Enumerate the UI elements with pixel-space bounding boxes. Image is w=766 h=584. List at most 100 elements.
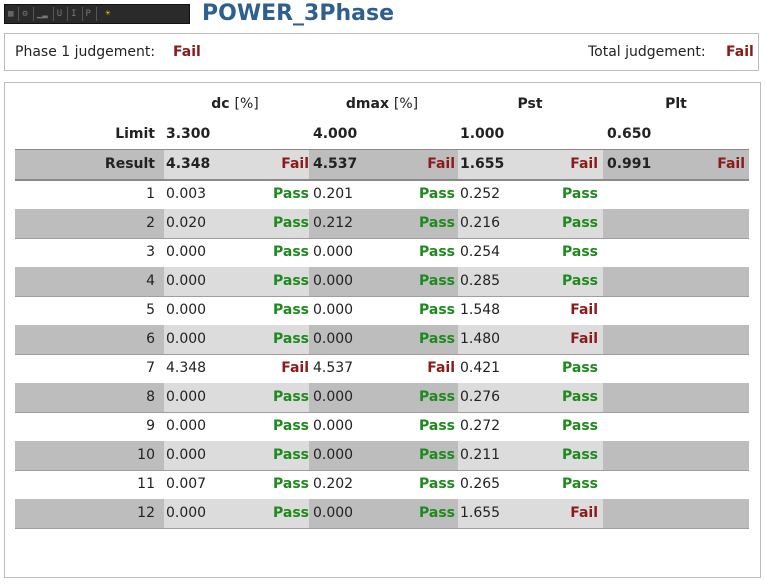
table-row: 1 0.003 Pass 0.201 Pass 0.252 Pass — [15, 180, 749, 210]
result-dmax-status: Fail — [427, 156, 455, 172]
cell-pst: 0.216 — [460, 215, 501, 231]
toolbar: ▦ ⚙ ▁▂ U I P ☀ — [4, 4, 190, 24]
row-index: 12 — [137, 505, 155, 521]
cell-pst-status: Fail — [570, 302, 598, 318]
row-index: 2 — [146, 215, 155, 231]
cell-dmax: 0.000 — [313, 331, 354, 347]
cell-pst-status: Fail — [570, 505, 598, 521]
cell-pst-status: Pass — [562, 360, 598, 376]
cell-pst-status: Pass — [562, 215, 598, 231]
cell-dc: 0.000 — [166, 273, 207, 289]
cell-pst: 0.421 — [460, 360, 501, 376]
row-index: 9 — [146, 418, 155, 434]
cell-dc: 0.020 — [166, 215, 207, 231]
limit-dc: 3.300 — [166, 126, 211, 142]
table-row: 2 0.020 Pass 0.212 Pass 0.216 Pass — [15, 209, 749, 239]
cell-pst-status: Pass — [562, 476, 598, 492]
column-header-dmax: dmax [%] — [340, 96, 424, 112]
cell-dmax: 0.000 — [313, 302, 354, 318]
cell-dmax-status: Pass — [419, 389, 455, 405]
cell-dmax-status: Pass — [419, 331, 455, 347]
page-title: POWER_3Phase — [202, 1, 395, 26]
cell-dc-status: Pass — [273, 302, 309, 318]
cell-pst: 1.655 — [460, 505, 501, 521]
cell-dc-status: Pass — [273, 331, 309, 347]
table-row: 12 0.000 Pass 0.000 Pass 1.655 Fail — [15, 499, 749, 529]
cell-pst: 0.254 — [460, 244, 501, 260]
cell-dmax-status: Pass — [419, 302, 455, 318]
cell-dc-status: Pass — [273, 447, 309, 463]
cell-pst-status: Pass — [562, 186, 598, 202]
total-judgement-value: Fail — [726, 44, 754, 60]
cell-dmax-status: Pass — [419, 186, 455, 202]
result-dmax: 4.537 — [313, 156, 358, 172]
column-header-dmax-name: dmax — [345, 96, 389, 112]
limit-pst: 1.000 — [460, 126, 505, 142]
gear-icon[interactable]: ⚙ — [22, 7, 27, 21]
toolbar-separator — [95, 7, 97, 21]
cell-pst: 0.211 — [460, 447, 501, 463]
cell-dc: 0.000 — [166, 244, 207, 260]
result-row: Result 4.348 Fail 4.537 Fail 1.655 Fail … — [15, 149, 749, 181]
row-index: 3 — [146, 244, 155, 260]
cell-pst: 1.548 — [460, 302, 501, 318]
column-header-dmax-unit: [%] — [393, 96, 419, 112]
cell-dmax-status: Pass — [419, 215, 455, 231]
column-header-plt: Plt — [665, 96, 687, 112]
cell-pst: 0.252 — [460, 186, 501, 202]
cell-dmax-status: Pass — [419, 447, 455, 463]
toolbar-separator — [32, 7, 34, 21]
cell-pst: 0.285 — [460, 273, 501, 289]
light-bulb-icon[interactable]: ☀ — [100, 7, 116, 21]
cell-dc-status: Pass — [273, 215, 309, 231]
p-icon[interactable]: P — [86, 7, 91, 21]
row-index: 11 — [137, 476, 155, 492]
grid-icon[interactable]: ▦ — [8, 7, 13, 21]
cell-dc-status: Pass — [273, 273, 309, 289]
cell-dc-status: Pass — [273, 389, 309, 405]
cell-dc: 0.000 — [166, 505, 207, 521]
cell-dmax: 0.000 — [313, 505, 354, 521]
cell-dmax-status: Pass — [419, 418, 455, 434]
total-judgement-label: Total judgement: — [588, 44, 706, 60]
cell-pst-status: Fail — [570, 331, 598, 347]
table-row: 7 4.348 Fail 4.537 Fail 0.421 Pass — [15, 354, 749, 384]
cell-dc: 0.000 — [166, 418, 207, 434]
phase-judgement-label: Phase 1 judgement: — [15, 44, 156, 60]
cell-dc: 0.000 — [166, 447, 207, 463]
row-index: 1 — [146, 186, 155, 202]
cell-pst: 0.272 — [460, 418, 501, 434]
cell-dmax-status: Pass — [419, 244, 455, 260]
u-rms-icon[interactable]: U — [57, 7, 62, 21]
i-rms-icon[interactable]: I — [71, 7, 76, 21]
cell-dmax: 0.212 — [313, 215, 354, 231]
cell-dmax-status: Pass — [419, 273, 455, 289]
toolbar-separator — [81, 7, 83, 21]
row-index: 5 — [146, 302, 155, 318]
cell-dc-status: Pass — [273, 244, 309, 260]
cell-dc: 0.000 — [166, 302, 207, 318]
cell-pst-status: Pass — [562, 389, 598, 405]
column-header-dc-unit: [%] — [234, 96, 259, 112]
cell-dc-status: Fail — [281, 360, 309, 376]
cell-dmax: 4.537 — [313, 360, 354, 376]
result-label: Result — [104, 156, 155, 172]
wave-icon[interactable]: ▁▂ — [37, 7, 48, 21]
limit-plt: 0.650 — [607, 126, 652, 142]
table-row: 10 0.000 Pass 0.000 Pass 0.211 Pass — [15, 441, 749, 471]
limit-label: Limit — [115, 126, 155, 142]
cell-pst: 0.265 — [460, 476, 501, 492]
cell-pst-status: Pass — [562, 418, 598, 434]
cell-dc-status: Pass — [273, 505, 309, 521]
limit-row: Limit 3.300 4.000 1.000 0.650 — [15, 120, 749, 149]
cell-pst-status: Pass — [562, 244, 598, 260]
cell-dmax: 0.201 — [313, 186, 354, 202]
table-row: 8 0.000 Pass 0.000 Pass 0.276 Pass — [15, 383, 749, 413]
cell-dc-status: Pass — [273, 418, 309, 434]
cell-dc: 4.348 — [166, 360, 207, 376]
table-row: 11 0.007 Pass 0.202 Pass 0.265 Pass — [15, 470, 749, 500]
cell-dc: 0.000 — [166, 331, 207, 347]
cell-pst: 0.276 — [460, 389, 501, 405]
cell-dmax-status: Fail — [427, 360, 455, 376]
cell-pst-status: Pass — [562, 273, 598, 289]
